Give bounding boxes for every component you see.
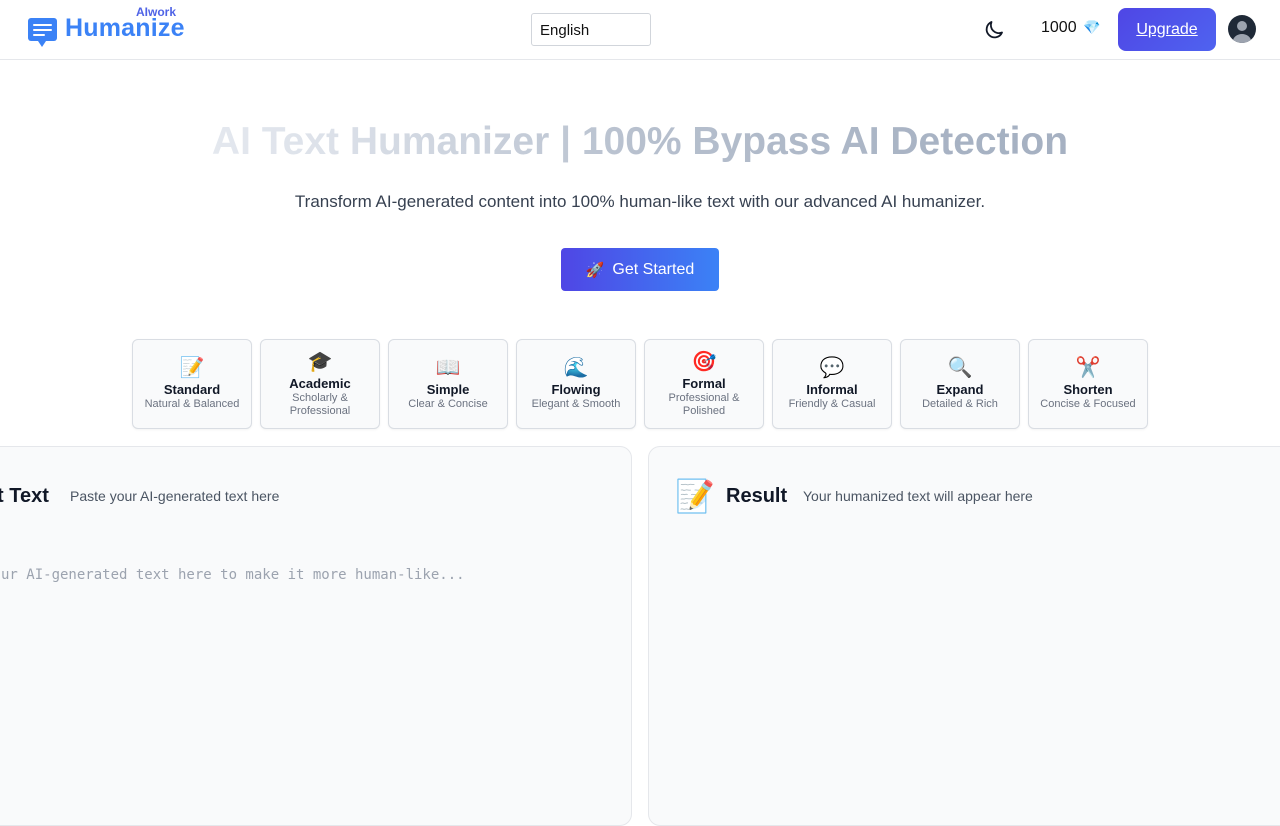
mode-card-informal[interactable]: 💬 Informal Friendly & Casual — [772, 339, 892, 429]
input-panel-title: t Text — [0, 485, 49, 507]
mode-title: Expand — [936, 382, 984, 397]
top-navbar: AIwork Humanize English 1000 💎 Upgrade — [0, 0, 1280, 60]
speech-bubble-icon: 💬 — [819, 357, 845, 379]
result-panel-title: Result — [726, 485, 788, 507]
mode-card-formal[interactable]: 🎯 Formal Professional & Polished — [644, 339, 764, 429]
page-title: AI Text Humanizer | 100% Bypass AI Detec… — [0, 120, 1280, 164]
result-panel: 📝 Result Your humanized text will appear… — [648, 446, 1280, 826]
person-silhouette-icon — [1232, 21, 1252, 43]
mode-title: Academic — [289, 375, 351, 391]
memo-icon: 📝 — [675, 478, 715, 514]
mode-description: Scholarly & Professional — [289, 391, 351, 417]
mode-card-simple[interactable]: 📖 Simple Clear & Concise — [388, 339, 508, 429]
mode-card-shorten[interactable]: ✂️ Shorten Concise & Focused — [1028, 339, 1148, 429]
input-textarea[interactable] — [1, 567, 611, 807]
user-avatar-icon[interactable] — [1228, 15, 1256, 43]
credits-value: 1000 — [1041, 19, 1077, 36]
scissors-icon: ✂️ — [1075, 357, 1101, 379]
result-panel-hint: Your humanized text will appear here — [803, 488, 1033, 504]
mode-card-academic[interactable]: 🎓 Academic Scholarly & Professional — [260, 339, 380, 429]
upgrade-button[interactable]: Upgrade — [1118, 8, 1216, 51]
mode-title: Flowing — [551, 382, 601, 397]
rocket-icon: 🚀 — [585, 261, 605, 279]
moon-icon[interactable] — [982, 18, 1006, 42]
brand-name: Humanize — [65, 14, 185, 42]
input-panel: t Text Paste your AI-generated text here — [0, 446, 632, 826]
mode-description: Natural & Balanced — [144, 398, 240, 410]
credits-balance: 1000 💎 — [1041, 19, 1100, 37]
app-logo[interactable]: AIwork Humanize — [28, 4, 188, 54]
mode-title: Informal — [806, 382, 858, 397]
mode-description: Elegant & Smooth — [531, 398, 621, 410]
mode-description: Professional & Polished — [668, 391, 740, 417]
mode-selector: 📝 Standard Natural & Balanced 🎓 Academic… — [132, 339, 1152, 429]
chat-bubble-icon — [28, 18, 57, 47]
memo-icon: 📝 — [179, 357, 205, 379]
mode-title: Shorten — [1063, 382, 1113, 397]
mode-title: Formal — [682, 375, 726, 391]
mode-title: Standard — [163, 382, 221, 397]
target-icon: 🎯 — [691, 350, 717, 373]
mode-card-expand[interactable]: 🔍 Expand Detailed & Rich — [900, 339, 1020, 429]
input-panel-hint: Paste your AI-generated text here — [70, 488, 280, 504]
mode-card-standard[interactable]: 📝 Standard Natural & Balanced — [132, 339, 252, 429]
mode-description: Detailed & Rich — [922, 398, 998, 410]
mode-description: Concise & Focused — [1040, 398, 1136, 410]
language-select[interactable]: English — [531, 13, 651, 46]
mode-card-flowing[interactable]: 🌊 Flowing Elegant & Smooth — [516, 339, 636, 429]
get-started-label: Get Started — [612, 260, 695, 278]
page-subtitle: Transform AI-generated content into 100%… — [294, 192, 986, 211]
graduation-cap-icon: 🎓 — [307, 350, 333, 373]
wave-icon: 🌊 — [563, 357, 589, 379]
mode-title: Simple — [426, 382, 470, 397]
open-book-icon: 📖 — [435, 357, 461, 379]
get-started-button[interactable]: 🚀 Get Started — [561, 248, 719, 291]
gem-icon: 💎 — [1083, 19, 1101, 35]
mode-description: Clear & Concise — [408, 398, 488, 410]
magnifier-icon: 🔍 — [947, 357, 973, 379]
mode-description: Friendly & Casual — [788, 398, 876, 410]
